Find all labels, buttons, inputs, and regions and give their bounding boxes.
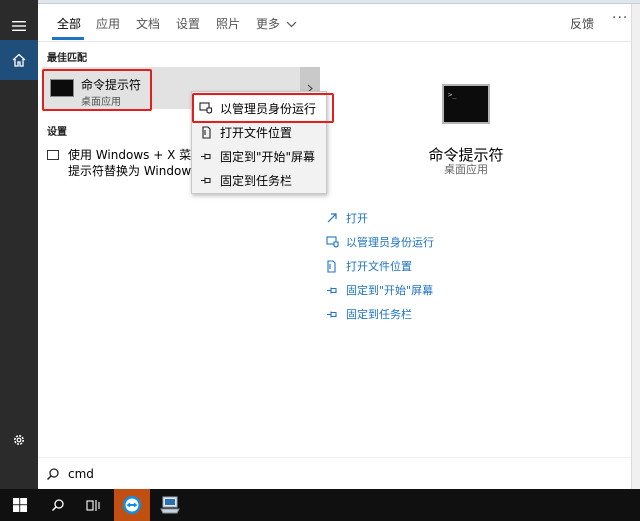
start-button[interactable]: [0, 489, 40, 521]
server-manager-icon: [160, 496, 180, 514]
search-box[interactable]: cmd: [38, 457, 640, 489]
shield-run-icon: [326, 236, 346, 248]
task-view-icon: [86, 499, 100, 511]
context-menu-open-file-location-label: 打开文件位置: [220, 125, 293, 140]
context-menu-pin-to-taskbar-label: 固定到任务栏: [220, 173, 293, 188]
server-manager-taskbar-button[interactable]: [152, 489, 188, 521]
context-menu-pin-to-start-label: 固定到"开始"屏幕: [220, 149, 316, 164]
action-run-as-admin[interactable]: 以管理员身份运行: [326, 234, 434, 250]
tab-all[interactable]: 全部: [57, 15, 81, 32]
task-view-button[interactable]: [76, 489, 112, 521]
tab-photos[interactable]: 照片: [216, 15, 240, 32]
command-prompt-large-icon: >_: [442, 84, 490, 124]
background-window-edge: [631, 4, 640, 489]
action-open-file-location-label: 打开文件位置: [346, 260, 412, 273]
file-location-icon: [192, 125, 220, 139]
preview-subtitle: 桌面应用: [444, 163, 488, 176]
action-pin-to-taskbar[interactable]: 固定到任务栏: [326, 306, 412, 322]
highlight-frame-run-as-admin: [192, 93, 334, 123]
svg-text:>_: >_: [448, 91, 457, 99]
search-results-panel: 全部 应用 文档 设置 照片 更多 反馈 ··· 最佳匹配 命令提示符 桌面应用…: [38, 4, 640, 489]
monitor-icon: [47, 150, 59, 160]
search-icon: [51, 499, 64, 512]
windows-logo-icon: [13, 498, 27, 512]
hamburger-icon: [12, 21, 26, 31]
taskbar: [0, 489, 640, 521]
open-icon: [326, 212, 346, 224]
teamviewer-taskbar-button[interactable]: [114, 489, 150, 521]
search-icon: [46, 468, 59, 481]
home-button[interactable]: [0, 40, 38, 80]
start-left-rail: [0, 0, 38, 489]
tab-settings[interactable]: 设置: [176, 15, 200, 32]
filter-tabs: 全部 应用 文档 设置 照片 更多 反馈 ···: [38, 4, 640, 42]
highlight-frame-best-match: [42, 69, 152, 111]
action-open[interactable]: 打开: [326, 210, 368, 226]
home-icon: [12, 53, 26, 67]
teamviewer-icon: [123, 496, 141, 514]
active-tab-indicator: [52, 37, 84, 40]
search-input[interactable]: cmd: [68, 467, 94, 481]
tab-more[interactable]: 更多: [256, 15, 297, 32]
action-pin-to-start-label: 固定到"开始"屏幕: [346, 284, 434, 297]
context-menu-pin-to-start[interactable]: 固定到"开始"屏幕: [192, 144, 326, 168]
action-open-file-location[interactable]: 打开文件位置: [326, 258, 412, 274]
pin-icon: [192, 176, 220, 185]
feedback-button[interactable]: 反馈: [570, 15, 594, 32]
settings-button[interactable]: [0, 420, 38, 460]
settings-result-line1: 使用 Windows + X 菜单: [68, 148, 204, 162]
pin-icon: [192, 152, 220, 161]
tab-more-label: 更多: [256, 17, 281, 31]
chevron-down-icon: [286, 21, 297, 28]
more-options-button[interactable]: ···: [612, 10, 628, 26]
action-pin-to-start[interactable]: 固定到"开始"屏幕: [326, 282, 433, 298]
settings-result-line2: 提示符替换为 Windows: [68, 164, 198, 178]
file-location-icon: [326, 259, 346, 273]
best-match-heading: 最佳匹配: [47, 53, 87, 64]
settings-heading: 设置: [47, 127, 67, 138]
context-menu-pin-to-taskbar[interactable]: 固定到任务栏: [192, 168, 326, 192]
tab-documents[interactable]: 文档: [136, 15, 160, 32]
action-run-as-admin-label: 以管理员身份运行: [346, 236, 434, 249]
gear-icon: [14, 435, 24, 445]
tab-apps[interactable]: 应用: [96, 15, 120, 32]
pin-icon: [326, 286, 346, 295]
pin-icon: [326, 310, 346, 319]
action-open-label: 打开: [346, 212, 368, 225]
action-pin-to-taskbar-label: 固定到任务栏: [346, 308, 412, 321]
taskbar-search-button[interactable]: [40, 489, 76, 521]
context-menu-open-file-location[interactable]: 打开文件位置: [192, 120, 326, 144]
